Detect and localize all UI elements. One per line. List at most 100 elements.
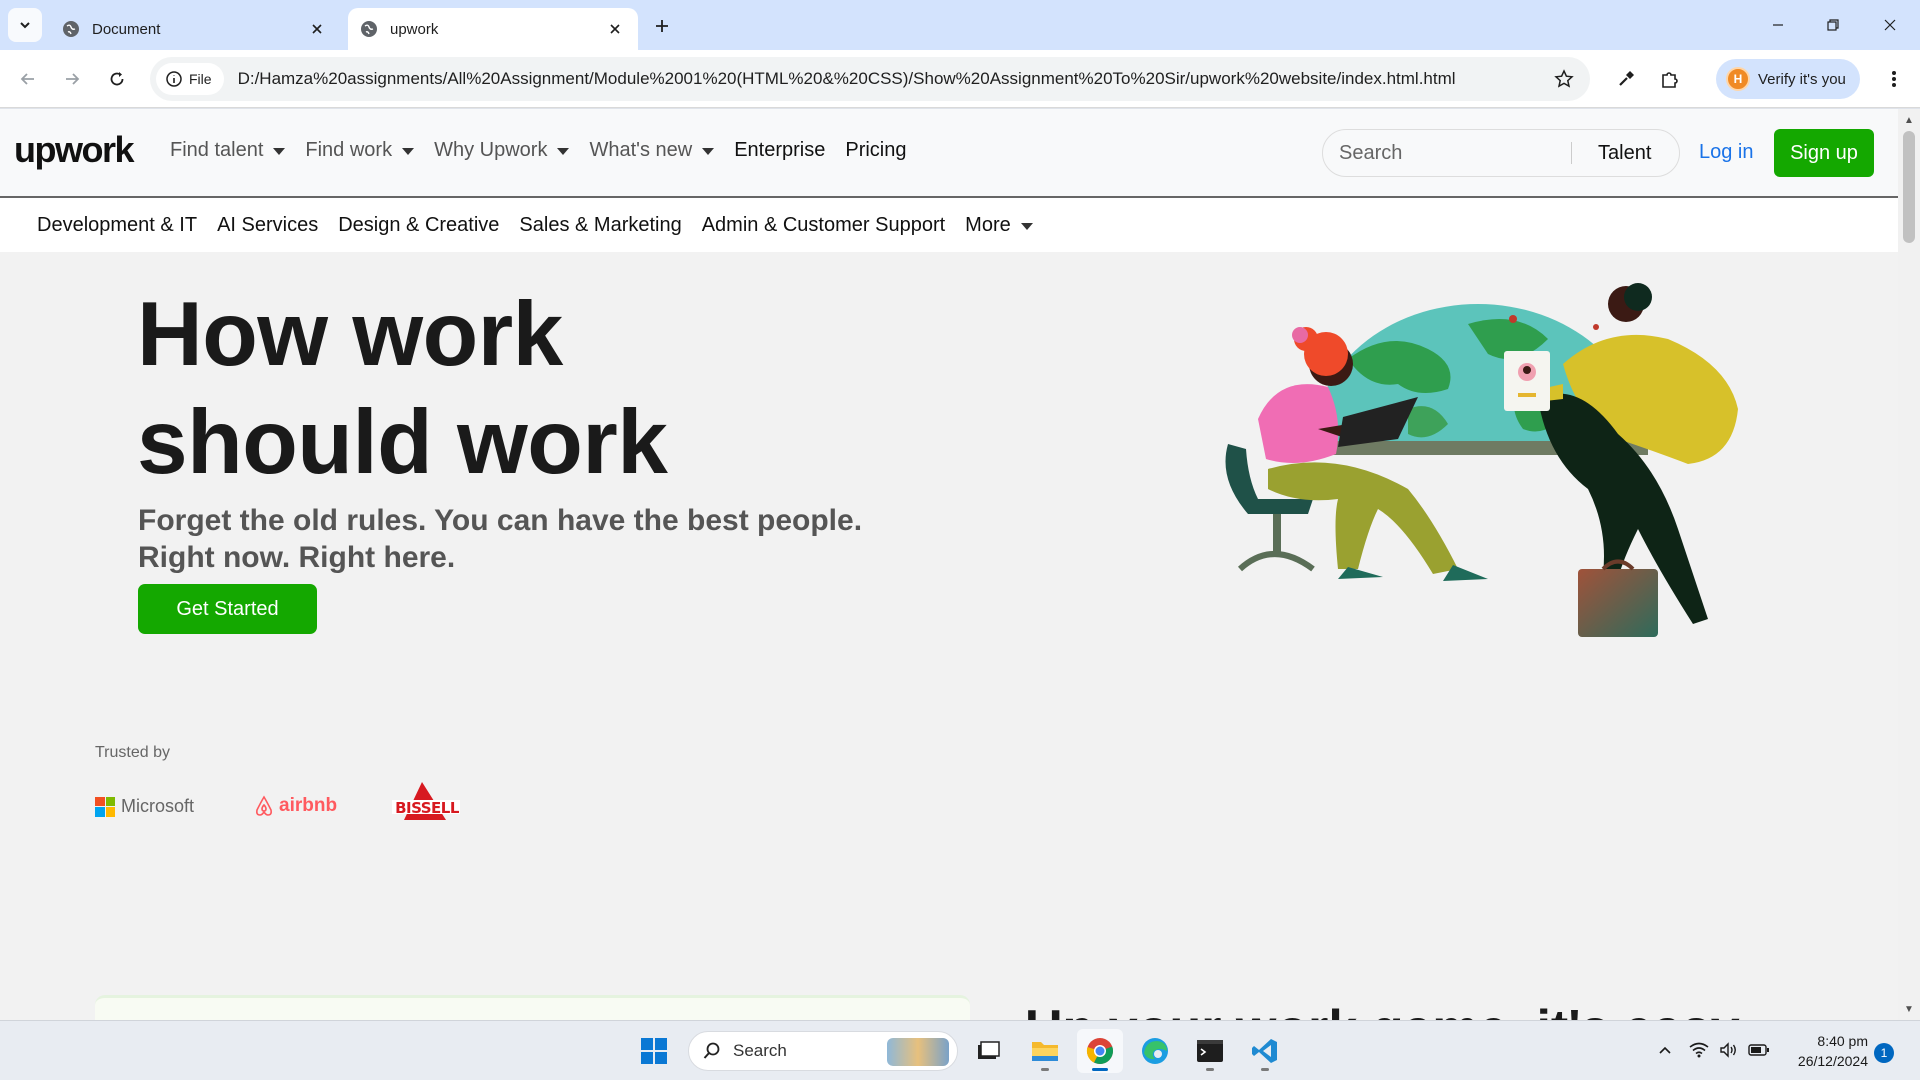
- battery-icon: [1748, 1044, 1769, 1056]
- edge-taskbar-button[interactable]: [1132, 1029, 1178, 1073]
- running-indicator: [1041, 1068, 1049, 1071]
- profile-avatar: H: [1726, 67, 1750, 91]
- search-input[interactable]: [1323, 141, 1563, 165]
- scrollbar-thumb[interactable]: [1903, 131, 1915, 243]
- scroll-up-arrow-icon[interactable]: ▲: [1902, 113, 1916, 127]
- category-label: Design & Creative: [338, 214, 500, 236]
- tab-document[interactable]: Document: [50, 8, 340, 50]
- hero-title-line-2: should work: [137, 392, 668, 493]
- signup-button[interactable]: Sign up: [1774, 129, 1874, 177]
- nav-whats-new[interactable]: What's new: [589, 139, 715, 162]
- hero-illustration: [1225, 283, 1738, 637]
- nav-pricing[interactable]: Pricing: [845, 139, 906, 162]
- nav-enterprise[interactable]: Enterprise: [734, 139, 825, 162]
- notification-badge[interactable]: 1: [1874, 1043, 1894, 1063]
- running-indicator: [1261, 1068, 1269, 1071]
- file-explorer-button[interactable]: [1022, 1029, 1068, 1073]
- caret-down-icon: [557, 148, 570, 155]
- hero-title: How work should work: [137, 281, 668, 497]
- caret-down-icon: [273, 148, 286, 155]
- close-tab-icon[interactable]: [604, 18, 626, 40]
- logo-part-work: work: [54, 129, 135, 170]
- battery-status[interactable]: [1746, 1037, 1772, 1063]
- taskbar-clock[interactable]: 8:40 pm 26/12/2024: [1784, 1031, 1868, 1071]
- scroll-down-arrow-icon[interactable]: ▼: [1902, 1002, 1916, 1016]
- category-more[interactable]: More: [965, 214, 1033, 237]
- hero-subtitle-line-1: Forget the old rules. You can have the b…: [138, 504, 863, 537]
- taskbar-search[interactable]: Search: [688, 1031, 958, 1071]
- category-bar: Development & IT AI Services Design & Cr…: [0, 198, 1898, 252]
- nav-label: Find work: [305, 139, 393, 161]
- profile-verify-button[interactable]: H Verify it's you: [1716, 59, 1860, 99]
- terminal-icon: [1197, 1040, 1223, 1062]
- new-tab-button[interactable]: [648, 12, 676, 40]
- reload-icon: [110, 72, 124, 86]
- speaker-icon: [1720, 1042, 1736, 1058]
- airbnb-belo-icon: [256, 795, 272, 816]
- folder-icon: [1032, 1042, 1058, 1061]
- category-admin-support[interactable]: Admin & Customer Support: [702, 214, 945, 237]
- chrome-taskbar-button[interactable]: [1077, 1029, 1123, 1073]
- puzzle-icon: [1662, 72, 1678, 88]
- category-sales-marketing[interactable]: Sales & Marketing: [519, 214, 681, 237]
- category-design-creative[interactable]: Design & Creative: [338, 214, 499, 237]
- caret-down-icon: [702, 148, 715, 155]
- browser-menu-button[interactable]: [1876, 61, 1912, 97]
- show-hidden-icons-button[interactable]: [1652, 1037, 1678, 1063]
- microsoft-wordmark: Microsoft: [121, 796, 195, 816]
- close-tab-icon[interactable]: [306, 18, 328, 40]
- hero-title-line-1: How work: [137, 284, 563, 385]
- extensions-button[interactable]: [1652, 61, 1688, 97]
- page-scrollbar[interactable]: ▲ ▼: [1898, 109, 1920, 1020]
- address-bar[interactable]: File D:/Hamza%20assignments/All%20Assign…: [150, 57, 1590, 101]
- tab-title: upwork: [390, 20, 439, 38]
- upwork-logo[interactable]: upwork: [14, 129, 135, 171]
- nav-find-talent[interactable]: Find talent: [170, 139, 286, 162]
- terminal-taskbar-button[interactable]: [1187, 1029, 1233, 1073]
- running-indicator: [1206, 1068, 1214, 1071]
- wifi-icon: [1689, 1042, 1709, 1058]
- close-icon: [1884, 19, 1896, 31]
- volume-status[interactable]: [1716, 1037, 1742, 1063]
- tab-upwork[interactable]: upwork: [348, 8, 638, 50]
- tab-search-button[interactable]: [8, 8, 42, 42]
- task-view-button[interactable]: [965, 1029, 1011, 1073]
- category-label: Admin & Customer Support: [701, 214, 946, 236]
- caret-down-icon: [1020, 223, 1033, 230]
- category-ai-services[interactable]: AI Services: [217, 214, 318, 237]
- start-button[interactable]: [631, 1029, 677, 1073]
- category-label: Development & IT: [37, 214, 198, 236]
- back-button[interactable]: [10, 61, 46, 97]
- site-info-chip[interactable]: File: [156, 63, 224, 95]
- close-window-button[interactable]: [1868, 8, 1912, 42]
- bissell-wordmark: BISSELL: [395, 799, 459, 817]
- nav-label: Pricing: [845, 139, 907, 161]
- vscode-taskbar-button[interactable]: [1242, 1029, 1288, 1073]
- search-scope-talent[interactable]: Talent: [1598, 142, 1651, 165]
- reload-button[interactable]: [99, 61, 135, 97]
- eyedropper-extension-button[interactable]: [1608, 61, 1644, 97]
- nav-label: Find talent: [170, 139, 264, 161]
- windows-taskbar: Search 8:40 pm 26/12/2024 1: [0, 1020, 1920, 1080]
- login-link[interactable]: Log in: [1699, 141, 1754, 164]
- get-started-button[interactable]: Get Started: [138, 584, 317, 634]
- bookmark-button[interactable]: [1546, 61, 1582, 97]
- minimize-button[interactable]: [1756, 8, 1800, 42]
- wifi-status[interactable]: [1686, 1037, 1712, 1063]
- logo-part-up: up: [14, 129, 56, 170]
- microsoft-grid-icon: [95, 796, 115, 817]
- nav-find-work[interactable]: Find work: [305, 139, 415, 162]
- search-divider: [1571, 142, 1572, 164]
- tab-title: Document: [92, 20, 161, 38]
- nav-label: Why Upwork: [434, 139, 548, 161]
- hero-subtitle: Forget the old rules. You can have the b…: [138, 502, 898, 576]
- url-text[interactable]: D:/Hamza%20assignments/All%20Assignment/…: [238, 69, 1546, 89]
- site-header: upwork Find talent Find work Why Upwork …: [0, 109, 1898, 198]
- task-view-icon: [978, 1041, 1000, 1059]
- clock-date: 26/12/2024: [1797, 1053, 1868, 1069]
- category-development-it[interactable]: Development & IT: [37, 214, 197, 237]
- nav-why-upwork[interactable]: Why Upwork: [434, 139, 570, 162]
- forward-button[interactable]: [54, 61, 90, 97]
- restore-button[interactable]: [1811, 8, 1855, 42]
- info-icon: [166, 71, 182, 87]
